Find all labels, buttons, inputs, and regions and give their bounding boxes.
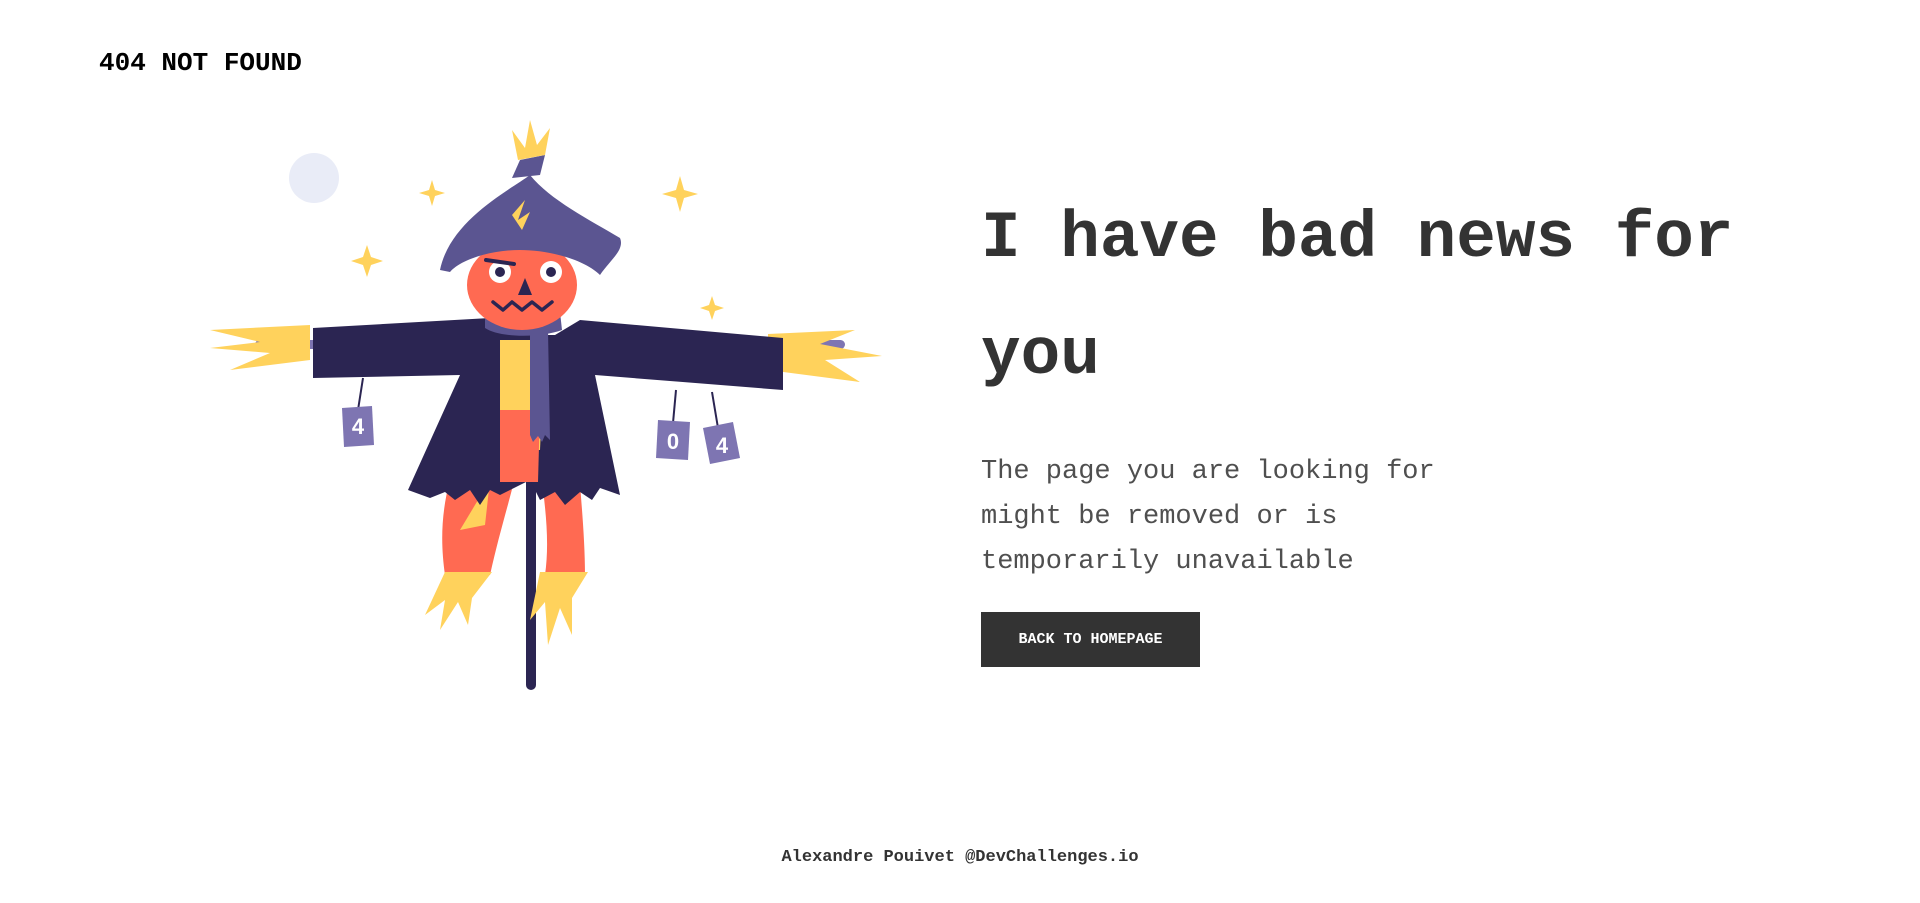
description: The page you are looking for might be re…: [981, 457, 1435, 577]
message-section: I have bad news for you The page you are…: [981, 180, 1741, 667]
can-label-2: 0: [667, 429, 679, 454]
back-to-homepage-button[interactable]: BACK TO HOMEPAGE: [981, 612, 1200, 667]
can-icon-1: 4: [342, 406, 374, 447]
can-icon-3: 4: [703, 422, 740, 464]
scarecrow-illustration: 4 0 4: [200, 120, 900, 710]
can-icon-2: 0: [656, 420, 690, 460]
moon-icon: [289, 153, 339, 203]
can-label-1: 4: [352, 414, 365, 439]
footer-credit: Alexandre Pouivet @DevChallenges.io: [781, 848, 1139, 867]
site-logo-text: 404 NOT FOUND: [99, 48, 302, 78]
can-label-3: 4: [716, 433, 729, 458]
headline: I have bad news for you: [981, 201, 1734, 393]
